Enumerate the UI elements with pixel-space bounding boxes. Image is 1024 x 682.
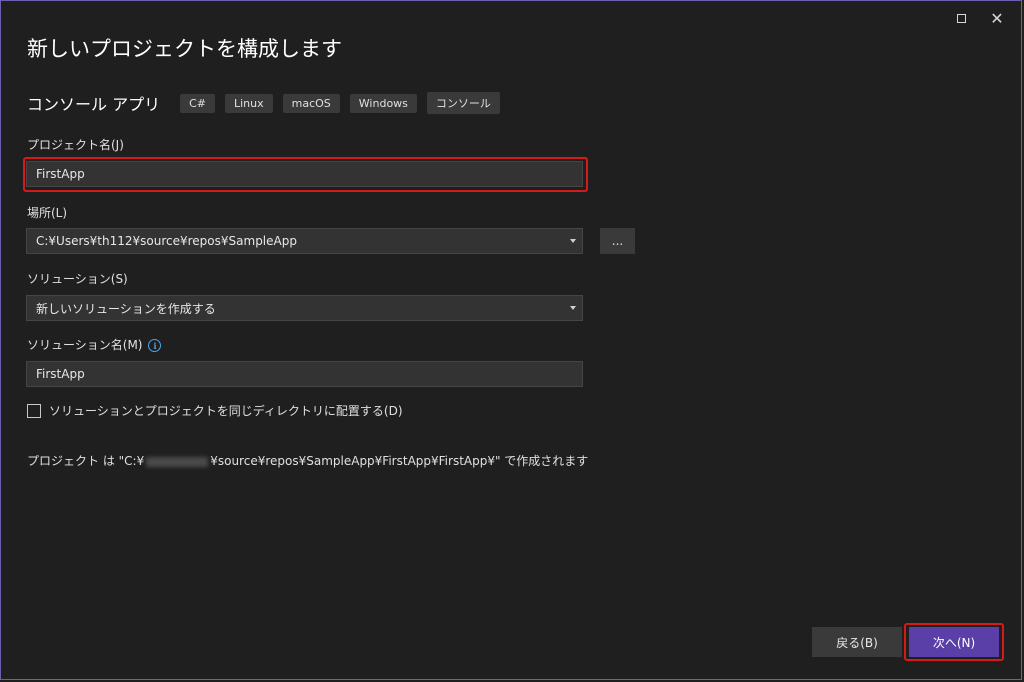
location-value: C:¥Users¥th112¥source¥repos¥SampleApp bbox=[36, 234, 297, 248]
solution-dropdown[interactable]: 新しいソリューションを作成する bbox=[26, 295, 583, 321]
solution-name-label: ソリューション名(M) bbox=[27, 338, 143, 352]
close-icon: ✕ bbox=[990, 8, 1004, 28]
tag-windows: Windows bbox=[349, 93, 417, 113]
template-name: コンソール アプリ bbox=[27, 95, 161, 114]
redacted-username bbox=[146, 456, 209, 467]
maximize-icon bbox=[956, 13, 966, 23]
tag-linux: Linux bbox=[225, 93, 273, 113]
solution-name-value: FirstApp bbox=[36, 367, 85, 381]
same-directory-label: ソリューションとプロジェクトを同じディレクトリに配置する(D) bbox=[49, 404, 403, 418]
tag-console: コンソール bbox=[426, 92, 500, 114]
same-directory-checkbox[interactable] bbox=[27, 403, 41, 418]
dialog-title: 新しいプロジェクトを構成します bbox=[27, 37, 342, 61]
chevron-down-icon bbox=[570, 239, 576, 243]
solution-value: 新しいソリューションを作成する bbox=[36, 301, 216, 316]
location-label: 場所(L) bbox=[27, 206, 68, 220]
browse-button[interactable]: ... bbox=[600, 228, 635, 254]
next-button[interactable]: 次へ(N) bbox=[909, 627, 999, 657]
solution-label: ソリューション(S) bbox=[27, 272, 128, 286]
project-name-value: FirstApp bbox=[36, 167, 85, 181]
path-prefix: プロジェクト は "C:¥ bbox=[27, 454, 145, 468]
template-info: コンソール アプリ C# Linux macOS Windows コンソール bbox=[27, 91, 510, 115]
back-button[interactable]: 戻る(B) bbox=[812, 627, 902, 657]
maximize-button[interactable] bbox=[947, 7, 975, 29]
solution-name-label-row: ソリューション名(M) i bbox=[27, 336, 162, 353]
tag-macos: macOS bbox=[282, 93, 340, 113]
same-directory-option[interactable]: ソリューションとプロジェクトを同じディレクトリに配置する(D) bbox=[27, 402, 403, 419]
configure-project-dialog: ✕ 新しいプロジェクトを構成します コンソール アプリ C# Linux mac… bbox=[0, 0, 1022, 680]
project-name-input[interactable]: FirstApp bbox=[26, 161, 583, 187]
solution-name-input[interactable]: FirstApp bbox=[26, 361, 583, 387]
project-name-label: プロジェクト名(J) bbox=[27, 138, 124, 152]
location-combobox[interactable]: C:¥Users¥th112¥source¥repos¥SampleApp bbox=[26, 228, 583, 254]
project-path-summary: プロジェクト は "C:¥ ¥source¥repos¥SampleApp¥Fir… bbox=[27, 452, 588, 469]
tag-csharp: C# bbox=[180, 93, 215, 113]
path-suffix: ¥source¥repos¥SampleApp¥FirstApp¥FirstAp… bbox=[210, 454, 589, 468]
close-button[interactable]: ✕ bbox=[983, 7, 1011, 29]
chevron-down-icon bbox=[570, 306, 576, 310]
info-icon[interactable]: i bbox=[148, 339, 162, 352]
